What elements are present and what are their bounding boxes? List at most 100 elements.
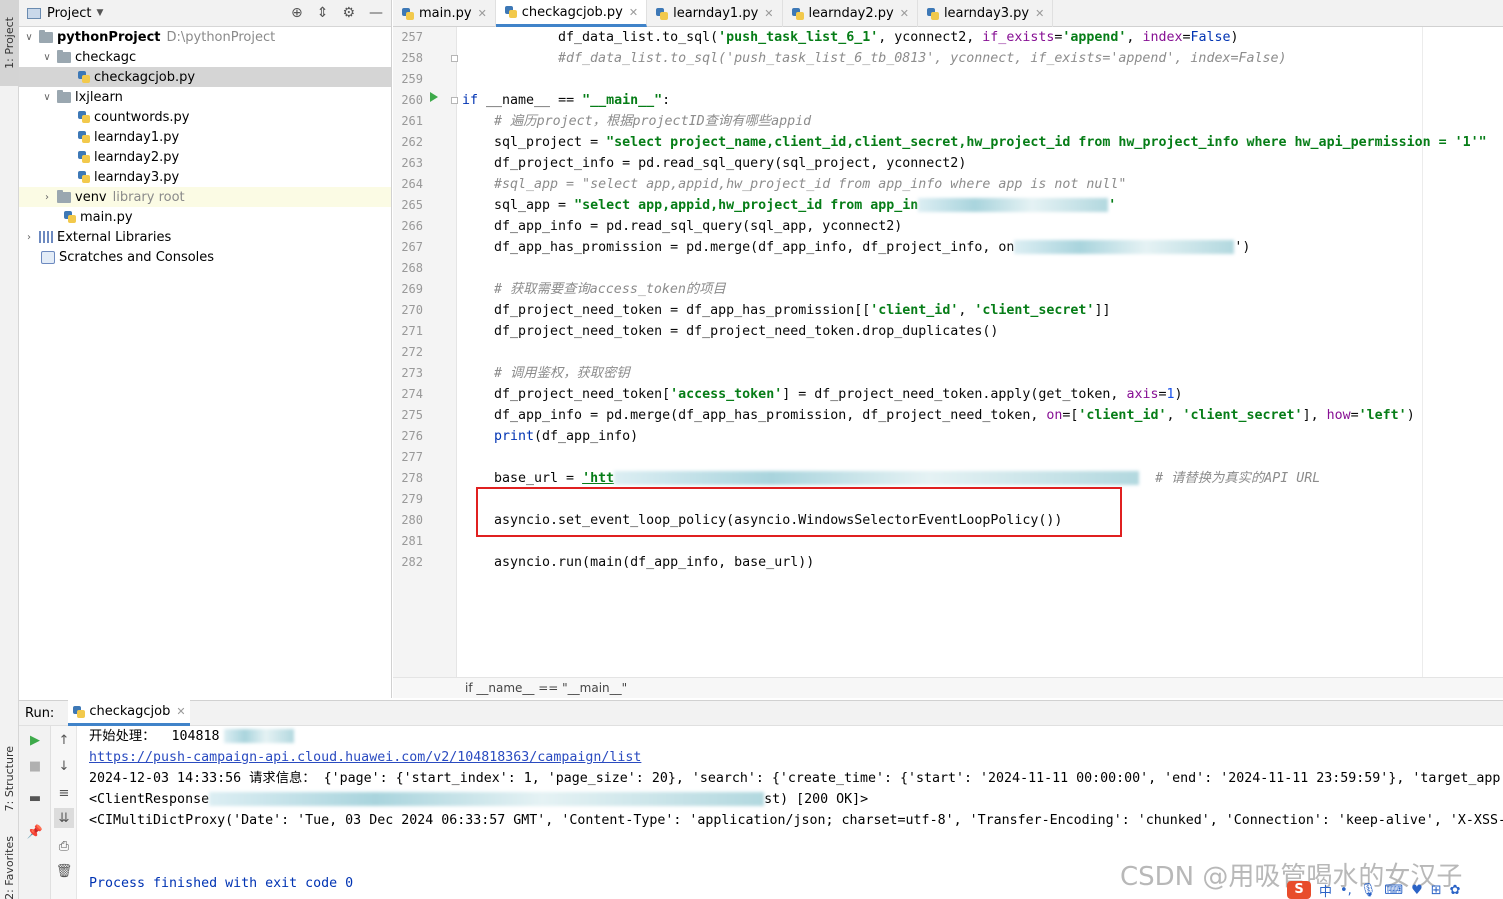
code-area[interactable]: df_data_list.to_sql('push_task_list_6_1'…: [462, 27, 1503, 677]
project-view-selector[interactable]: Project: [47, 6, 91, 21]
rerun-icon[interactable]: ▶: [25, 730, 45, 750]
structure-tool-tab[interactable]: 7: Structure: [0, 738, 19, 820]
chevron-down-icon[interactable]: ▼: [96, 8, 103, 18]
editor-breadcrumb[interactable]: if __name__ == "__main__": [393, 677, 1503, 698]
scroll-to-end-icon[interactable]: ⇊: [54, 808, 74, 828]
fold-marker-icon[interactable]: [451, 97, 458, 104]
project-tree: ∨ pythonProject D:\pythonProject ∨ check…: [19, 27, 391, 267]
chevron-down-icon[interactable]: ∨: [41, 92, 53, 103]
console-text: <ClientResponse: [89, 792, 210, 807]
line-number: 274: [401, 387, 423, 401]
close-icon[interactable]: ✕: [764, 7, 773, 20]
pin-icon[interactable]: 📌: [25, 822, 45, 842]
tree-item-label: External Libraries: [57, 229, 172, 245]
python-file-icon: [401, 7, 414, 21]
tree-item-main[interactable]: main.py: [19, 207, 391, 227]
run-tab-checkagcjob[interactable]: checkagcjob ✕: [68, 700, 190, 726]
tree-item-label: learnday2.py: [94, 149, 180, 165]
favorites-tool-tab[interactable]: 2: Favorites: [0, 836, 19, 899]
skin-icon[interactable]: ♥: [1411, 883, 1423, 898]
tree-item-label: countwords.py: [94, 109, 190, 125]
code-line-275: df_app_info = pd.merge(df_app_has_promis…: [494, 408, 1415, 423]
stop-icon[interactable]: ■: [25, 756, 45, 776]
code-line-276: print(df_app_info): [494, 429, 639, 444]
tab-checkagcjob-py[interactable]: checkagcjob.py ✕: [495, 0, 648, 27]
chevron-down-icon[interactable]: ∨: [41, 52, 53, 63]
minimize-icon[interactable]: —: [369, 5, 383, 21]
sogou-ime-icon[interactable]: S: [1287, 881, 1311, 899]
tree-item-checkagc[interactable]: ∨ checkagc: [19, 47, 391, 67]
line-number: 264: [401, 177, 423, 191]
scroll-up-icon[interactable]: ↑: [54, 730, 74, 750]
tree-item-checkagcjob[interactable]: checkagcjob.py: [19, 67, 391, 87]
tab-label: main.py: [419, 6, 472, 21]
tree-item-countwords[interactable]: countwords.py: [19, 107, 391, 127]
ime-toolbar: S 中 •, 🎙 ⌨ ♥ ⊞ ✿: [1287, 881, 1503, 899]
tab-learnday3-py[interactable]: learnday3.py ✕: [918, 0, 1054, 27]
project-tool-tab[interactable]: 1: Project: [0, 0, 19, 86]
tab-learnday2-py[interactable]: learnday2.py ✕: [783, 0, 918, 27]
microphone-icon[interactable]: 🎙: [1360, 883, 1377, 898]
keyboard-icon[interactable]: ⌨: [1384, 883, 1403, 898]
close-icon[interactable]: ✕: [176, 705, 185, 718]
line-number: 272: [401, 345, 423, 359]
line-number: 282: [401, 555, 423, 569]
trash-icon[interactable]: 🗑: [54, 861, 74, 881]
tree-item-learnday2[interactable]: learnday2.py: [19, 147, 391, 167]
settings-icon[interactable]: ✿: [1450, 883, 1461, 898]
tree-item-label: main.py: [80, 209, 133, 225]
gear-icon[interactable]: ⚙: [342, 5, 355, 21]
code-line-270: df_project_need_token = df_app_has_promi…: [494, 303, 1111, 318]
chevron-down-icon[interactable]: ∨: [23, 32, 35, 43]
line-number: 268: [401, 261, 423, 275]
folder-icon: [57, 189, 71, 203]
punctuation-icon[interactable]: •,: [1340, 883, 1352, 898]
tab-label: learnday3.py: [943, 6, 1030, 21]
close-icon[interactable]: ✕: [1035, 7, 1044, 20]
python-file-icon: [72, 705, 86, 719]
tree-item-scratches[interactable]: Scratches and Consoles: [19, 247, 391, 267]
close-icon[interactable]: ✕: [629, 6, 638, 19]
tree-item-lxjlearn[interactable]: ∨ lxjlearn: [19, 87, 391, 107]
console-toolbar: ↑ ↓ ≡ ⇊ ⎙ 🗑: [51, 726, 77, 899]
tree-item-learnday3[interactable]: learnday3.py: [19, 167, 391, 187]
tree-item-label: pythonProject: [57, 29, 161, 45]
line-number: 281: [401, 534, 423, 548]
collapse-all-icon[interactable]: ⇕: [317, 5, 329, 21]
folder-icon: [57, 89, 71, 103]
chevron-right-icon[interactable]: ›: [41, 192, 53, 203]
code-line-263: df_project_info = pd.read_sql_query(sql_…: [494, 156, 967, 171]
code-line-278: base_url = 'htt # 请替换为真实的API URL: [494, 471, 1321, 486]
chevron-right-icon[interactable]: ›: [23, 232, 35, 243]
run-gutter-icon[interactable]: [430, 92, 438, 102]
line-number: 258: [401, 51, 423, 65]
soft-wrap-icon[interactable]: ≡: [54, 783, 74, 803]
python-file-icon: [77, 110, 90, 124]
console-text: 开始处理： 104818: [89, 729, 220, 744]
console-line: 2024-12-03 14:33:56 请求信息： {'page': {'sta…: [89, 771, 1501, 786]
line-number: 266: [401, 219, 423, 233]
close-icon[interactable]: ✕: [900, 7, 909, 20]
close-icon[interactable]: ✕: [478, 7, 487, 20]
tree-item-pythonproject[interactable]: ∨ pythonProject D:\pythonProject: [19, 27, 391, 47]
scratches-icon: [41, 250, 55, 264]
console-link[interactable]: https://push-campaign-api.cloud.huawei.c…: [89, 747, 641, 768]
scroll-down-icon[interactable]: ↓: [54, 756, 74, 776]
tab-learnday1-py[interactable]: learnday1.py ✕: [647, 0, 783, 27]
print-icon[interactable]: ⎙: [54, 836, 74, 856]
code-line-261: # 遍历project，根据projectID查询有哪些appid: [494, 114, 812, 129]
ime-language-indicator[interactable]: 中: [1319, 881, 1332, 899]
code-editor[interactable]: 257 258 259 260 261 262 263 264 265 266 …: [393, 27, 1503, 677]
tree-item-learnday1[interactable]: learnday1.py: [19, 127, 391, 147]
locate-file-icon[interactable]: ⊕: [291, 5, 303, 21]
apps-icon[interactable]: ⊞: [1431, 883, 1442, 898]
tab-label: checkagcjob.py: [521, 4, 623, 20]
tab-main-py[interactable]: main.py ✕: [393, 0, 496, 27]
tree-item-venv[interactable]: › venv library root: [19, 187, 391, 207]
tree-item-external-libraries[interactable]: › External Libraries: [19, 227, 391, 247]
line-number: 257: [401, 30, 423, 44]
layout-icon[interactable]: ▬: [25, 788, 45, 808]
line-number: 271: [401, 324, 423, 338]
tree-item-label: learnday3.py: [94, 169, 180, 185]
fold-marker-icon[interactable]: [451, 55, 458, 62]
